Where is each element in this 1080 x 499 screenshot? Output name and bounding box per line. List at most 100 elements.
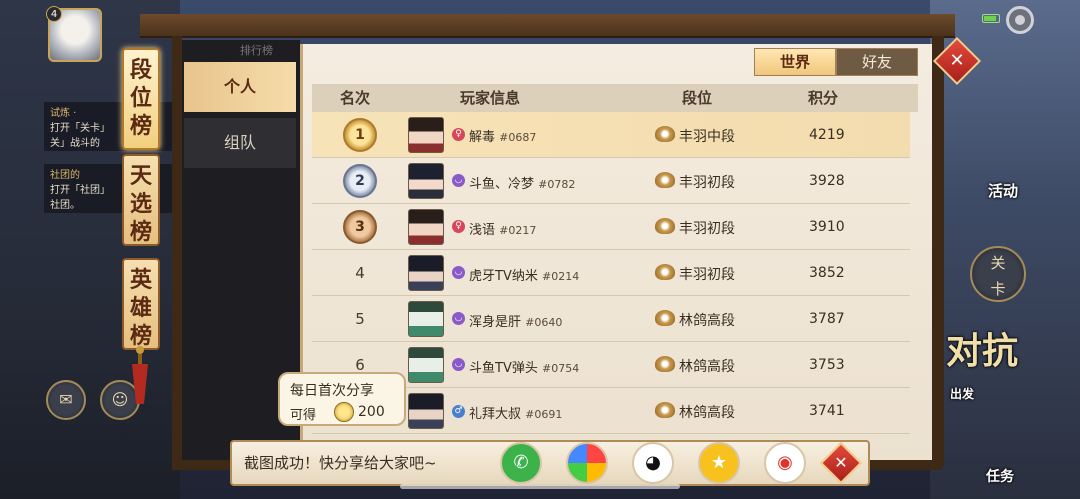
rank-number: 4 [355,264,365,282]
tab-tier-ranking[interactable]: 段位榜 [122,48,160,150]
gold-medal-icon: 1 [343,118,377,152]
score-value: 3910 [809,219,845,235]
home-indicator [400,484,680,489]
player-name-text: 浅语 [469,223,496,238]
silver-medal-icon: 2 [343,164,377,198]
tier-emblem-icon [655,310,675,326]
tier-label: 丰羽初段 [679,267,735,283]
score-value: 3741 [809,403,845,419]
close-icon: ✕ [834,453,848,472]
mail-icon: ✉ [59,390,73,409]
tier-emblem-icon [655,402,675,418]
versus-banner[interactable]: 对抗 [946,322,1018,374]
player-avatar-thumb[interactable] [408,255,444,291]
header-score: 积分 [808,89,839,107]
female-icon: ♀ [452,128,465,141]
gender-neutral-icon: ◡ [452,266,465,279]
tier-label: 林鸽高段 [679,405,735,421]
header-rank: 名次 [340,89,371,107]
female-icon: ♀ [452,220,465,233]
rank-number: 5 [355,310,365,328]
friends-icon: ☺ [111,390,129,409]
tab-chosen-ranking-label: 天选榜 [130,163,153,245]
tier-label: 林鸽高段 [679,313,735,329]
tier-label: 丰羽中段 [679,129,735,145]
player-avatar-thumb[interactable] [408,393,444,429]
player-avatar-thumb[interactable] [408,117,444,153]
tab-team[interactable]: 组队 [184,118,296,168]
tab-hero-ranking-label: 英雄榜 [130,267,153,349]
tier-label: 丰羽初段 [679,175,735,191]
tier-emblem-icon [655,218,675,234]
player-id: #0687 [499,131,537,144]
tier-emblem-icon [655,264,675,280]
close-icon: ✕ [949,50,965,71]
score-value: 4219 [809,127,845,143]
task-button[interactable]: 任务 [986,466,1014,486]
gender-neutral-icon: ◡ [452,174,465,187]
share-message: 截图成功！快分享给大家吧~ [244,454,437,472]
player-avatar-thumb[interactable] [408,209,444,245]
player-id: #0640 [525,316,563,329]
panel-frame-right [932,36,944,466]
player-name-text: 斗鱼TV弹头 [469,361,538,376]
player-name: 斗鱼、冷梦 #0782 [469,173,575,192]
player-avatar-thumb[interactable] [408,347,444,383]
moments-icon[interactable] [566,442,608,484]
tab-friends[interactable]: 好友 [836,48,918,76]
tab-hero-ranking[interactable]: 英雄榜 [122,258,160,350]
player-name-text: 虎牙TV纳米 [469,269,538,284]
tab-personal[interactable]: 个人 [184,62,296,112]
wechat-icon[interactable]: ✆ [500,442,542,484]
quest-title: 试炼 · [50,108,77,119]
panel-frame-top [140,14,955,38]
faded-header-label: 排行榜 [240,44,273,57]
player-avatar-thumb[interactable] [408,301,444,337]
quest-entry-1[interactable]: 试炼 · 打开「关卡」 关」战斗的 [44,102,182,151]
quest-entry-2[interactable]: 社团的 打开「社团」 社团。 [44,164,182,213]
tier-label: 丰羽初段 [679,221,735,237]
player-level-badge: 4 [46,6,62,22]
coin-icon [334,402,354,422]
share-reward-amount: 200 [358,404,385,420]
mail-button[interactable]: ✉ [46,380,86,420]
score-value: 3928 [809,173,845,189]
header-tier: 段位 [682,89,713,107]
player-name: 浅语 #0217 [469,219,536,238]
player-name: 斗鱼TV弹头 #0754 [469,357,579,376]
stage-button[interactable]: 关卡 [970,246,1026,302]
qq-icon[interactable]: ◕ [632,442,674,484]
tab-tier-ranking-label: 段位榜 [130,57,153,139]
score-value: 3852 [809,265,845,281]
share-reward-title: 每日首次分享 [290,383,374,399]
battery-icon [982,14,1000,23]
quest-title: 社团的 [50,170,80,181]
qzone-icon[interactable]: ★ [698,442,740,484]
player-name: 虎牙TV纳米 #0214 [469,265,579,284]
player-id: #0691 [525,408,563,421]
player-name-text: 浑身是肝 [469,315,522,330]
share-reward-prefix: 可得 [290,408,317,423]
player-name-text: 斗鱼、冷梦 [469,177,535,192]
tier-label: 林鸽高段 [679,359,735,375]
tab-chosen-ranking[interactable]: 天选榜 [122,154,160,246]
player-name: 解毒 #0687 [469,126,536,145]
header-player: 玩家信息 [460,89,521,107]
player-id: #0754 [541,362,580,375]
player-name: 浑身是肝 #0640 [469,311,562,330]
weibo-icon[interactable]: ◉ [764,442,806,484]
tier-emblem-icon [655,356,675,372]
tier-emblem-icon [655,172,675,188]
activity-button[interactable]: 活动 [988,180,1018,201]
tier-emblem-icon [655,126,675,142]
score-value: 3753 [809,357,845,373]
player-name: 礼拜大叔 #0691 [469,403,562,422]
player-avatar-thumb[interactable] [408,163,444,199]
player-id: #0217 [499,224,537,237]
panel-frame-left [172,36,182,466]
player-name-text: 解毒 [469,130,496,145]
tab-world[interactable]: 世界 [754,48,836,76]
settings-gear-icon[interactable] [1006,6,1034,34]
tassel-ornament [132,346,148,404]
depart-label[interactable]: 出发 [950,385,974,402]
